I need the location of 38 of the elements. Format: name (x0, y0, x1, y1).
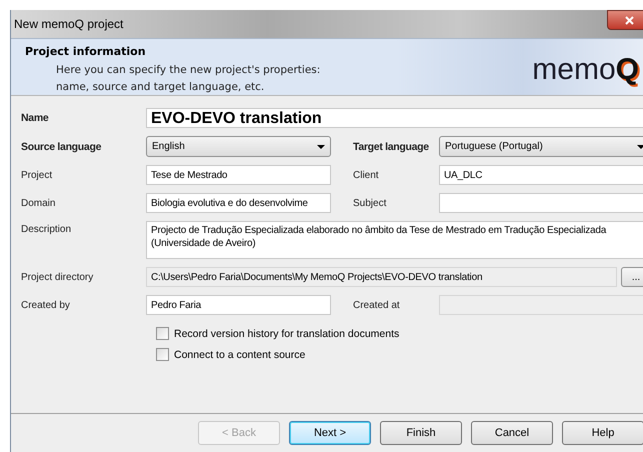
logo: memoQ (532, 52, 640, 88)
field-label: Source language (21, 140, 102, 152)
close-button[interactable] (607, 10, 643, 30)
client-field[interactable]: UA_DLC (439, 165, 643, 185)
dialog-button[interactable]: Finish (380, 421, 462, 445)
dialog-button[interactable]: Help (562, 421, 643, 445)
browse-button[interactable]: ... (621, 267, 643, 287)
source-language-dropdown[interactable]: English (146, 136, 331, 157)
field-label: Created by (21, 300, 71, 310)
field-label: Target language (353, 140, 430, 152)
field-label: Created at (353, 300, 401, 310)
description-field[interactable]: Projecto de Tradução Especializada elaborado no âmbito da Tese de Mestrado em Tradução Especializada (Universidade de Aveiro) (146, 221, 643, 259)
dropdown-arrow-icon (317, 144, 325, 148)
field-label: Description (21, 223, 72, 235)
close-icon (624, 16, 634, 24)
checkbox-label: Record version history for translation documents (174, 328, 400, 340)
dialog-button[interactable]: Cancel (471, 421, 553, 445)
field-label: Subject (353, 198, 388, 208)
field-label: Project directory (21, 272, 94, 282)
created-by-field[interactable]: Pedro Faria (146, 295, 331, 315)
dropdown-arrow-icon (637, 144, 643, 148)
project-directory-field: C:\Users\Pedro Faria\Documents\My MemoQ Projects\EVO-DEVO translation (146, 267, 617, 287)
target-language-dropdown[interactable]: Portuguese (Portugal) (439, 136, 643, 157)
header-description: Here you can specify the new project's properties: name, source and target language, etc. (56, 63, 320, 95)
field-label: Client (353, 170, 380, 180)
checkbox[interactable] (156, 348, 169, 361)
domain-field[interactable]: Biologia evolutiva e do desenvolvime (146, 193, 331, 213)
dialog-button[interactable]: Next > (289, 421, 371, 445)
header-title: Project information (25, 45, 147, 58)
project-field[interactable]: Tese de Mestrado (146, 165, 331, 185)
field-label: Name (21, 112, 50, 124)
field-label: Domain (21, 198, 56, 208)
window-title: New memoQ project (14, 17, 124, 31)
checkbox[interactable] (156, 327, 169, 340)
checkbox-label: Connect to a content source (174, 348, 306, 360)
field-label: Project (21, 170, 54, 180)
name-field[interactable]: EVO-DEVO translation (146, 108, 643, 128)
subject-field[interactable] (439, 193, 643, 213)
